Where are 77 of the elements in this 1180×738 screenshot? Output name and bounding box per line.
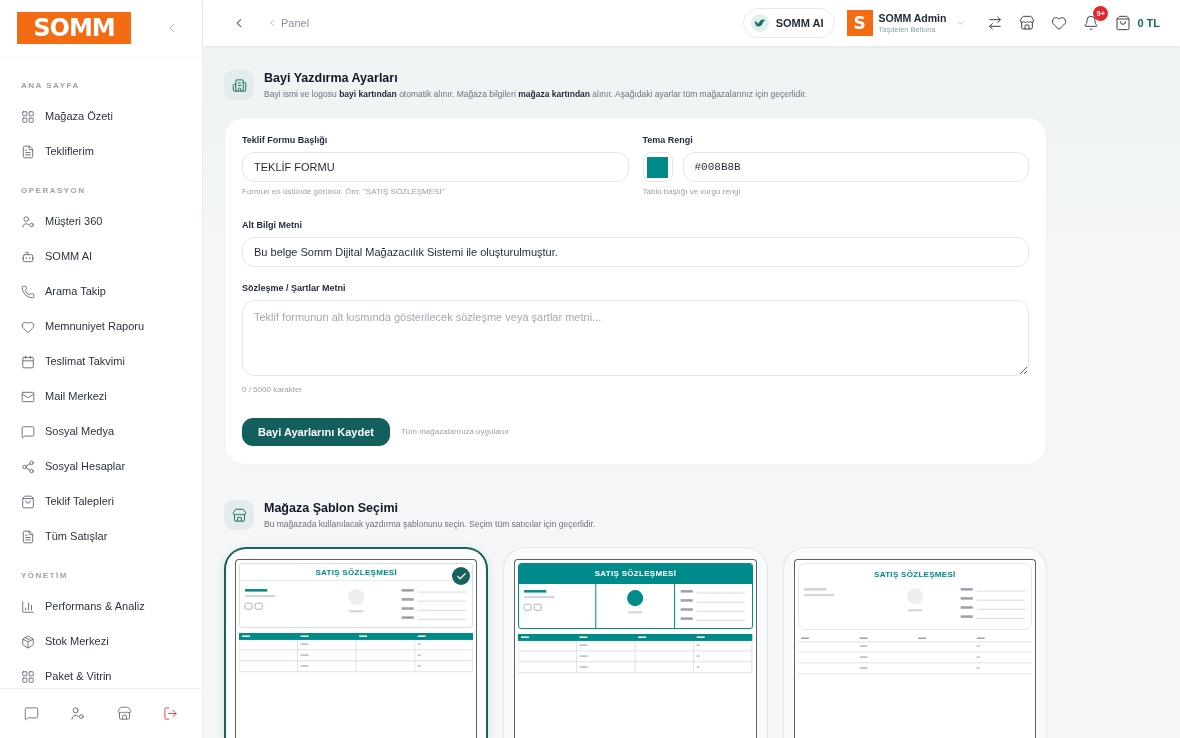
section-description: Bu mağazada kullanılacak yazdırma şablonunu seçin. Seçim tüm satıcılar için geçerlidir. bbox=[264, 519, 596, 530]
chat-icon bbox=[23, 706, 39, 721]
color-swatch-icon bbox=[647, 156, 668, 178]
bar-chart-icon bbox=[21, 599, 35, 614]
avatar: S bbox=[846, 10, 873, 36]
grid-icon bbox=[21, 669, 35, 684]
store-icon bbox=[224, 500, 254, 530]
swap-arrows-icon bbox=[987, 15, 1004, 31]
save-button[interactable]: Bayi Ayarlarını Kaydet bbox=[242, 418, 390, 446]
chevron-down-icon bbox=[956, 18, 967, 28]
section-description: Bayi ismi ve logosu bayi kartından otomatik alınır. Mağaza bilgileri mağaza kartından alınır. Aşağıdaki ayarlar tüm mağazalarınız için geçerlidir. bbox=[264, 89, 807, 100]
sidebar-item[interactable]: Teklif Talepleri bbox=[0, 484, 202, 519]
sidebar-item[interactable]: Performans & Analiz bbox=[0, 589, 202, 624]
field-label: Teklif Formu Başlığı bbox=[242, 134, 329, 146]
bag-icon bbox=[1115, 15, 1132, 31]
section-label: YÖNETİM bbox=[21, 570, 68, 582]
logo-icon bbox=[750, 14, 769, 32]
cart-button[interactable]: 0 TL bbox=[1115, 14, 1160, 32]
heart-icon bbox=[1051, 15, 1068, 31]
section-title: Mağaza Şablon Seçimi bbox=[264, 500, 400, 516]
person-icon bbox=[21, 214, 35, 229]
grid-icon bbox=[21, 109, 35, 124]
robot-icon bbox=[21, 249, 35, 264]
sidebar-item[interactable]: Müşteri 360 bbox=[0, 204, 202, 239]
document-icon bbox=[21, 529, 35, 544]
logout-icon bbox=[163, 706, 179, 721]
section-label: ANA SAYFA bbox=[21, 80, 80, 92]
section-label: OPERASYON bbox=[21, 185, 86, 197]
template-card[interactable]: SATIŞ SÖZLEŞMESİ bbox=[782, 547, 1047, 738]
preview-title: SATIŞ SÖZLEŞMESİ bbox=[594, 569, 677, 579]
sidebar-item[interactable]: Sosyal Hesaplar bbox=[0, 449, 202, 484]
calendar-icon bbox=[21, 354, 35, 369]
character-counter: 0 / 5000 karakter bbox=[242, 385, 304, 395]
sidebar-item[interactable]: Stok Merkezi bbox=[0, 624, 202, 659]
sidebar-item[interactable]: Arama Takip bbox=[0, 274, 202, 309]
field-hint: Formun en üstünde görünür. Örn: "SATIŞ SÖZLEŞMESİ" bbox=[242, 187, 446, 197]
text-area[interactable]: Teklif formunun alt kısmında gösterilecek sözleşme veya şartlar metni... bbox=[242, 300, 1029, 376]
sidebar-item[interactable]: Tüm Satışlar bbox=[0, 519, 202, 554]
store-icon bbox=[1019, 15, 1036, 31]
preview-title: SATIŞ SÖZLEŞMESİ bbox=[315, 568, 397, 578]
bag-icon bbox=[21, 494, 35, 509]
field-hint: Tablo başlığı ve vurgu rengi bbox=[642, 187, 742, 197]
mail-icon bbox=[21, 389, 35, 404]
sidebar-item[interactable]: Teslimat Takvimi bbox=[0, 344, 202, 379]
sidebar-item[interactable]: SOMM AI bbox=[0, 239, 202, 274]
sidebar-item[interactable]: Mağaza Özeti bbox=[0, 99, 202, 134]
person-icon bbox=[70, 706, 86, 721]
chevron-left-icon bbox=[267, 18, 277, 28]
bell-icon bbox=[1083, 15, 1100, 31]
field-label: Alt Bilgi Metni bbox=[242, 219, 303, 231]
sidebar-item[interactable]: Memnuniyet Raporu bbox=[0, 309, 202, 344]
building-icon bbox=[224, 70, 254, 100]
share-icon bbox=[21, 459, 35, 474]
input-field[interactable]: TEKLİF FORMU bbox=[242, 152, 629, 182]
input-field[interactable]: Bu belge Somm Dijital Mağazacılık Sistemi ile oluşturulmuştur. bbox=[242, 237, 1029, 267]
preview-title: SATIŞ SÖZLEŞMESİ bbox=[874, 570, 956, 580]
user-name: SOMM Admin bbox=[878, 11, 947, 25]
section-title: Bayi Yazdırma Ayarları bbox=[264, 70, 399, 86]
ai-assistant-button[interactable]: SOMM AI bbox=[742, 8, 835, 38]
box-icon bbox=[21, 634, 35, 649]
phone-icon bbox=[21, 284, 35, 299]
sidebar-item[interactable]: Sosyal Medya bbox=[0, 414, 202, 449]
store-icon bbox=[116, 706, 132, 721]
chat-icon bbox=[21, 424, 35, 439]
heart-icon bbox=[21, 319, 35, 334]
document-icon bbox=[21, 144, 35, 159]
template-card[interactable]: SATIŞ SÖZLEŞMESİ bbox=[224, 547, 489, 738]
template-card[interactable]: SATIŞ SÖZLEŞMESİ bbox=[503, 547, 768, 738]
color-picker[interactable] bbox=[642, 152, 673, 182]
field-label: Tema Rengi bbox=[642, 134, 694, 146]
sidebar-item[interactable]: Paket & Vitrin bbox=[0, 659, 202, 688]
field-label: Sözleşme / Şartlar Metni bbox=[242, 282, 347, 294]
save-note: Tüm mağazalarınıza uygulanır bbox=[400, 426, 510, 438]
sidebar-item[interactable]: Mail Merkezi bbox=[0, 379, 202, 414]
input-field[interactable]: #008B8B bbox=[682, 152, 1029, 182]
sidebar-item[interactable]: Tekliflerim bbox=[0, 134, 202, 169]
brand-logo: SOMM bbox=[17, 12, 131, 44]
